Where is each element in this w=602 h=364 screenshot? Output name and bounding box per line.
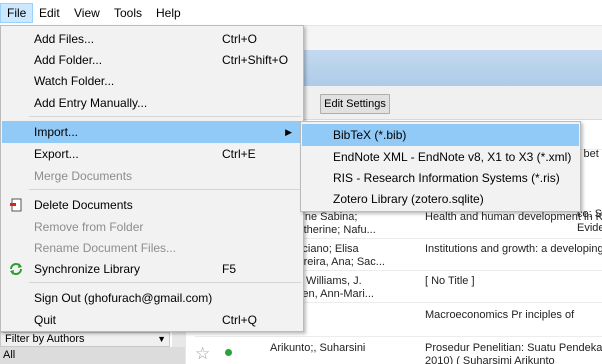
file-menu: Add Files... Ctrl+O Add Folder... Ctrl+S… <box>0 25 304 332</box>
menu-separator <box>29 189 301 190</box>
title-cell: [ No Title ] <box>425 275 475 287</box>
table-row[interactable]: ☆ Arikunto;, Suharsini Prosedur Peneliti… <box>195 340 602 364</box>
menu-view[interactable]: View <box>68 3 106 23</box>
menu-edit[interactable]: Edit <box>33 3 66 23</box>
submenu-item-bibtex[interactable]: BibTeX (*.bib) <box>302 124 579 146</box>
triangle-down-icon: ▼ <box>157 334 166 344</box>
menu-item-delete-documents[interactable]: Delete Documents <box>2 194 302 216</box>
author-cell: Arikunto;, Suharsini <box>270 342 366 354</box>
menu-item-sign-out[interactable]: Sign Out (ghofurach@gmail.com) <box>2 287 302 309</box>
edit-settings-button[interactable]: Edit Settings <box>320 94 390 114</box>
menu-item-synchronize-library[interactable]: Synchronize Library F5 <box>2 258 302 280</box>
submenu-arrow-icon: ▶ <box>285 127 292 137</box>
menu-separator <box>29 282 301 283</box>
menu-bar: File Edit View Tools Help <box>0 0 602 26</box>
menu-item-add-entry-manually[interactable]: Add Entry Manually... <box>2 92 302 114</box>
star-icon[interactable]: ☆ <box>195 344 210 364</box>
submenu-item-ris[interactable]: RIS - Research Information Systems (*.ri… <box>302 167 579 189</box>
filter-list-item-all[interactable]: All <box>0 347 185 364</box>
menu-item-import[interactable]: Import... ▶ <box>2 121 302 143</box>
title-cell: Health and human development in Ken <box>425 211 602 223</box>
submenu-item-zotero-library[interactable]: Zotero Library (zotero.sqlite) <box>302 188 579 210</box>
status-dot-icon <box>225 349 232 356</box>
menu-item-export[interactable]: Export... Ctrl+E <box>2 143 302 165</box>
filter-select[interactable]: Filter by Authors ▼ <box>0 332 170 347</box>
title-cell: Institutions and growth: a developing <box>425 243 602 255</box>
submenu-item-endnote-xml[interactable]: EndNote XML - EndNote v8, X1 to X3 (*.xm… <box>302 146 579 168</box>
menu-item-merge-documents[interactable]: Merge Documents <box>2 165 302 187</box>
sync-icon <box>10 263 22 275</box>
menu-item-rename-document-files[interactable]: Rename Document Files... <box>2 237 302 259</box>
menu-item-add-files[interactable]: Add Files... Ctrl+O <box>2 28 302 50</box>
import-submenu: BibTeX (*.bib) EndNote XML - EndNote v8,… <box>300 121 581 212</box>
menu-file[interactable]: File <box>0 3 34 23</box>
delete-document-icon <box>10 198 22 212</box>
header-banner <box>300 50 602 86</box>
menu-item-quit[interactable]: Quit Ctrl+Q <box>2 309 302 331</box>
menu-help[interactable]: Help <box>150 3 187 23</box>
menu-separator <box>29 116 301 117</box>
title-cell: Prosedur Penelitian: Suatu Pendekatan 201… <box>425 342 602 364</box>
menu-item-watch-folder[interactable]: Watch Folder... <box>2 70 302 92</box>
menu-tools[interactable]: Tools <box>108 3 148 23</box>
menu-item-remove-from-folder[interactable]: Remove from Folder <box>2 216 302 238</box>
title-cell: Macroeconomics Pr inciples of <box>425 309 575 321</box>
menu-item-add-folder[interactable]: Add Folder... Ctrl+Shift+O <box>2 49 302 71</box>
